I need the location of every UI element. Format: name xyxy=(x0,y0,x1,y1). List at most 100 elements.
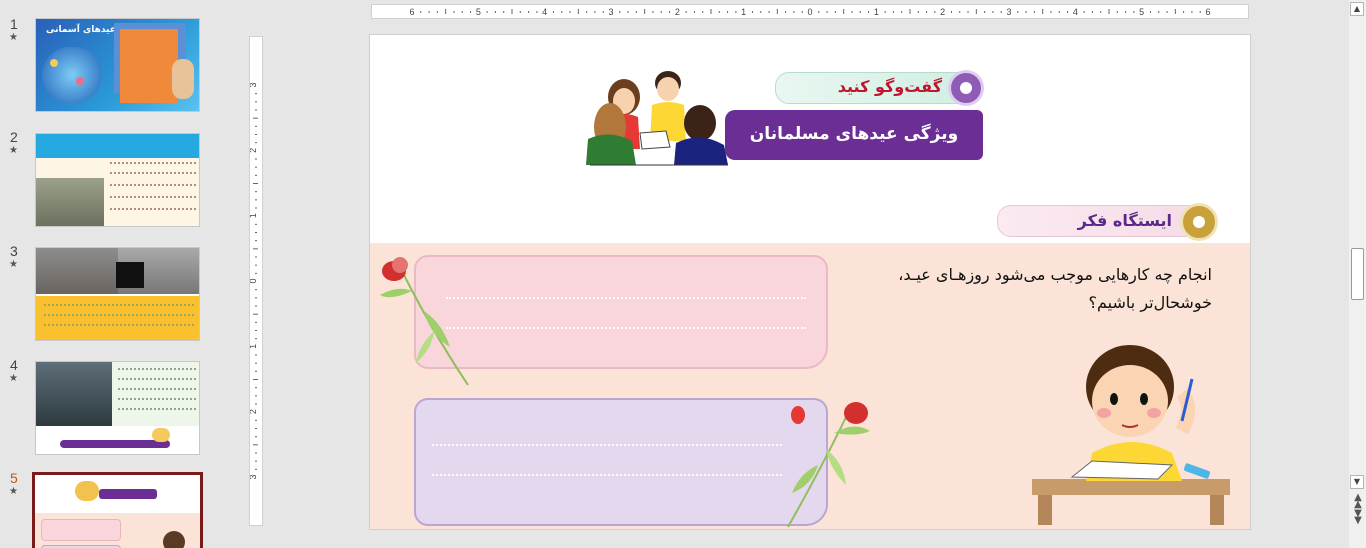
ruler-tick xyxy=(702,11,704,13)
vertical-ruler[interactable]: 3 2 1 0 1 2 3 xyxy=(249,36,263,526)
slide-thumbnail-2[interactable] xyxy=(35,133,200,227)
horizontal-ruler[interactable]: 6 5 4 3 2 1 0 1 2 3 4 5 6 xyxy=(371,4,1249,19)
ruler-tick xyxy=(255,338,257,340)
ruler-tick xyxy=(255,436,257,438)
ruler-label: 3 xyxy=(250,82,258,87)
ruler-tick xyxy=(255,142,257,144)
ruler-tick xyxy=(255,452,257,454)
ruler-label: 6 xyxy=(1205,7,1210,17)
children-discussion-illustration xyxy=(586,71,728,166)
slide-number: 2 xyxy=(10,129,18,145)
ruler-tick xyxy=(669,11,671,13)
ruler-tick xyxy=(253,248,258,250)
slide-thumbnail-5[interactable] xyxy=(32,472,203,548)
ruler-tick xyxy=(255,297,257,299)
ruler-tick xyxy=(1083,11,1085,13)
ruler-tick xyxy=(1133,11,1135,13)
scroll-down-button[interactable]: ▼ xyxy=(1350,475,1364,489)
flower-decoration-2 xyxy=(787,402,870,528)
ruler-tick xyxy=(760,11,762,13)
editor-scrollbar[interactable]: ▲ ▼ ▲ ▲ ▼ ▼ xyxy=(1349,0,1366,548)
ruler-tick xyxy=(992,11,994,13)
ruler-label: 2 xyxy=(250,409,258,414)
ruler-tick xyxy=(1100,11,1102,13)
ruler-tick xyxy=(950,11,952,13)
answer-box-2[interactable] xyxy=(414,398,828,526)
slide-thumbnail-1[interactable]: عیدهای آسمانی xyxy=(35,18,200,112)
ruler-tick xyxy=(255,395,257,397)
ruler-label: 1 xyxy=(741,7,746,17)
ruler-tick xyxy=(776,9,778,14)
ruler-tick xyxy=(934,11,936,13)
ruler-tick xyxy=(428,11,430,13)
ruler-label: 4 xyxy=(542,7,547,17)
ruler-label: 6 xyxy=(409,7,414,17)
ruler-tick xyxy=(255,166,257,168)
ruler-tick xyxy=(255,428,257,429)
ruler-label: 4 xyxy=(1073,7,1078,17)
slide-thumbnail-3[interactable] xyxy=(35,247,200,341)
ruler-label: 1 xyxy=(250,344,258,349)
ruler-tick xyxy=(253,444,258,446)
ruler-tick xyxy=(461,11,463,13)
ruler-tick xyxy=(253,379,258,380)
ruler-tick xyxy=(735,11,737,13)
ruler-tick xyxy=(1033,11,1035,13)
ruler-tick xyxy=(1199,11,1201,13)
ruler-tick xyxy=(1042,9,1044,14)
ruler-tick xyxy=(255,272,257,274)
previous-slide-button[interactable]: ▲ ▲ xyxy=(1352,493,1364,510)
slide-canvas[interactable]: گفت‌وگو کنید ویژگی عیدهای مسلمانان چیست؟… xyxy=(369,34,1251,530)
animation-star-icon: ★ xyxy=(9,145,18,156)
ruler-tick xyxy=(818,11,820,13)
ruler-tick xyxy=(511,9,513,14)
answer-line xyxy=(446,327,806,329)
scroll-thumb[interactable] xyxy=(1351,248,1364,300)
ruler-tick xyxy=(255,321,257,323)
ruler-tick xyxy=(801,11,803,13)
ruler-tick xyxy=(793,11,795,13)
ruler-tick xyxy=(984,11,986,13)
ruler-tick xyxy=(577,9,579,14)
ruler-tick xyxy=(917,11,919,13)
answer-box-1[interactable] xyxy=(414,255,828,369)
ruler-tick xyxy=(1191,11,1193,13)
ruler-tick xyxy=(255,264,257,266)
slide-number: 3 xyxy=(10,243,18,259)
think-flower-icon xyxy=(1180,203,1218,241)
ruler-tick xyxy=(1050,11,1052,13)
talk-prompt: ویژگی عیدهای مسلمانان چیست؟ xyxy=(725,110,983,192)
slide-thumbnail-4[interactable] xyxy=(35,361,200,455)
ruler-tick xyxy=(619,11,621,13)
ruler-tick xyxy=(926,11,928,13)
ruler-tick xyxy=(1116,11,1118,13)
ruler-tick xyxy=(255,370,257,372)
scroll-up-button[interactable]: ▲ xyxy=(1350,2,1364,16)
ruler-tick xyxy=(445,9,447,14)
ruler-tick xyxy=(536,11,538,13)
ruler-label: 5 xyxy=(476,7,481,17)
ruler-tick xyxy=(255,256,257,258)
ruler-label: 2 xyxy=(940,7,945,17)
slide-number: 1 xyxy=(10,16,18,32)
ruler-label: 3 xyxy=(608,7,613,17)
ruler-tick xyxy=(503,11,505,13)
answer-line xyxy=(432,474,782,476)
next-slide-button[interactable]: ▼ ▼ xyxy=(1352,509,1364,526)
ruler-tick xyxy=(552,11,554,13)
ruler-tick xyxy=(1125,11,1127,13)
slide-editor: 6 5 4 3 2 1 0 1 2 3 4 5 6 3 2 1 0 1 2 3 xyxy=(241,0,1366,548)
answer-line xyxy=(446,297,806,299)
ruler-tick xyxy=(1108,9,1110,14)
ruler-tick xyxy=(255,101,257,103)
ruler-tick xyxy=(685,11,687,13)
ruler-tick xyxy=(255,468,257,470)
ruler-tick xyxy=(255,125,257,127)
ruler-tick xyxy=(892,11,894,13)
ruler-tick xyxy=(652,11,654,13)
question-line-2: خوشحال‌تر باشیم؟ xyxy=(1088,293,1212,312)
ruler-label: 3 xyxy=(1006,7,1011,17)
talk-flower-icon xyxy=(948,70,984,106)
ruler-tick xyxy=(519,11,521,13)
ruler-tick xyxy=(586,11,588,13)
